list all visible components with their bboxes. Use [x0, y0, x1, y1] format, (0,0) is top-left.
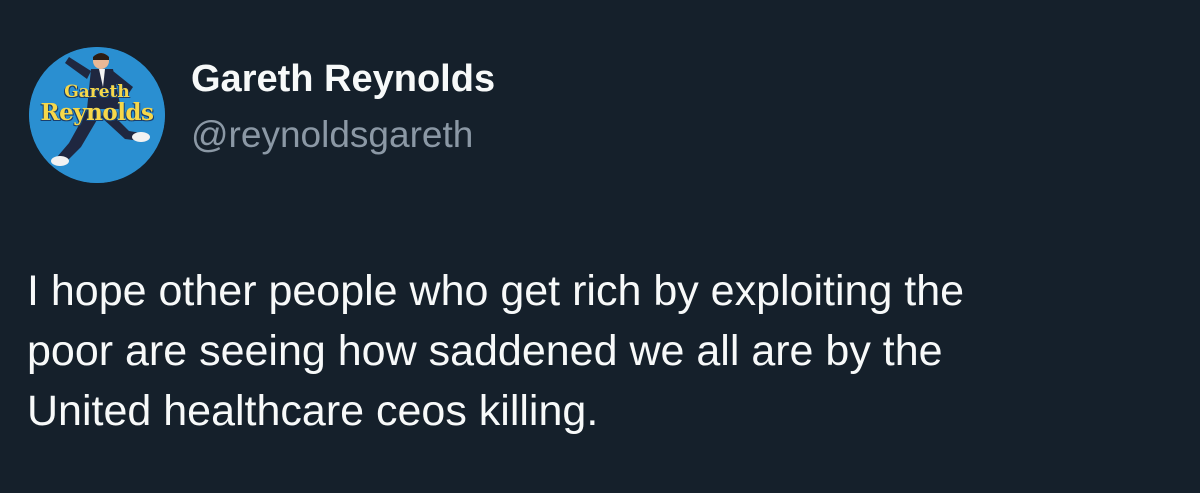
tweet-text-line: I hope other people who get rich by expl…	[27, 267, 965, 315]
user-handle[interactable]: @reynoldsgareth	[191, 113, 473, 157]
tweet-text-line: poor are seeing how saddened we all are …	[27, 327, 943, 375]
tweet-text: I hope other people who get rich by expl…	[27, 261, 1187, 441]
tweet-text-line: United healthcare ceos killing.	[27, 387, 599, 435]
avatar-illustration	[29, 47, 165, 183]
tweet-card: Gareth Reynolds Gareth Reynolds @reynold…	[0, 0, 1200, 493]
avatar[interactable]: Gareth Reynolds	[29, 47, 165, 183]
display-name[interactable]: Gareth Reynolds	[191, 57, 495, 101]
